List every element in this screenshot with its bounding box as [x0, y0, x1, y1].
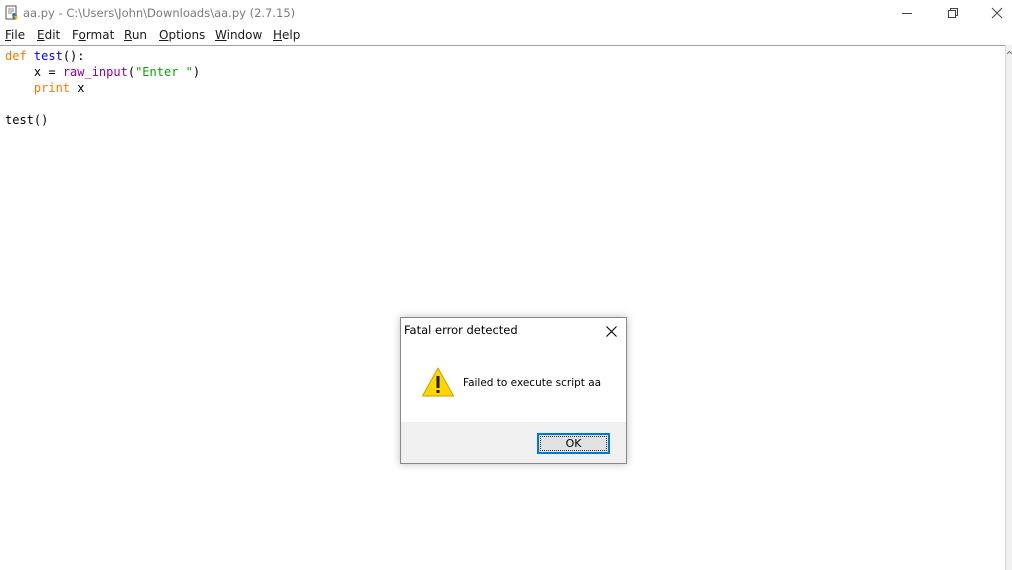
- code-line: def test():: [5, 49, 85, 63]
- python-idle-icon: [4, 5, 20, 21]
- menu-file[interactable]: File: [5, 28, 25, 42]
- dialog-footer: OK: [401, 422, 626, 463]
- menu-window[interactable]: Window: [215, 28, 262, 42]
- focus-ring: [540, 436, 607, 451]
- menu-format[interactable]: Format: [72, 28, 114, 42]
- code-line: print x: [33, 81, 85, 95]
- code-editor[interactable]: def test(): x = raw_input("Enter ") prin…: [0, 46, 1004, 570]
- scroll-up-icon[interactable]: [1006, 45, 1012, 61]
- menu-help[interactable]: Help: [273, 28, 300, 42]
- code-text[interactable]: def test(): x = raw_input("Enter ") prin…: [5, 48, 200, 128]
- close-icon[interactable]: [974, 0, 1012, 26]
- code-line: ​: [5, 96, 200, 112]
- restore-icon[interactable]: [930, 0, 976, 26]
- vertical-scrollbar[interactable]: [1005, 45, 1012, 570]
- dialog-title: Fatal error detected: [404, 323, 518, 337]
- menu-bar: File Edit Format Run Options Window Help: [0, 26, 1012, 45]
- dialog-message: Failed to execute script aa: [463, 377, 602, 389]
- ok-button[interactable]: OK: [537, 433, 610, 454]
- menu-options[interactable]: Options: [159, 28, 205, 42]
- menu-run[interactable]: Run: [124, 28, 147, 42]
- window-title: aa.py - C:\Users\John\Downloads\aa.py (2…: [23, 6, 296, 20]
- code-line: test(): [5, 113, 49, 127]
- close-icon[interactable]: [601, 321, 621, 341]
- menu-edit[interactable]: Edit: [37, 28, 60, 42]
- warning-icon: [421, 366, 455, 398]
- error-dialog: Fatal error detected Failed to execute s…: [400, 317, 627, 464]
- minimize-icon[interactable]: [884, 0, 930, 26]
- code-line: x = raw_input("Enter "): [33, 65, 201, 79]
- title-bar: aa.py - C:\Users\John\Downloads\aa.py (2…: [0, 0, 1012, 26]
